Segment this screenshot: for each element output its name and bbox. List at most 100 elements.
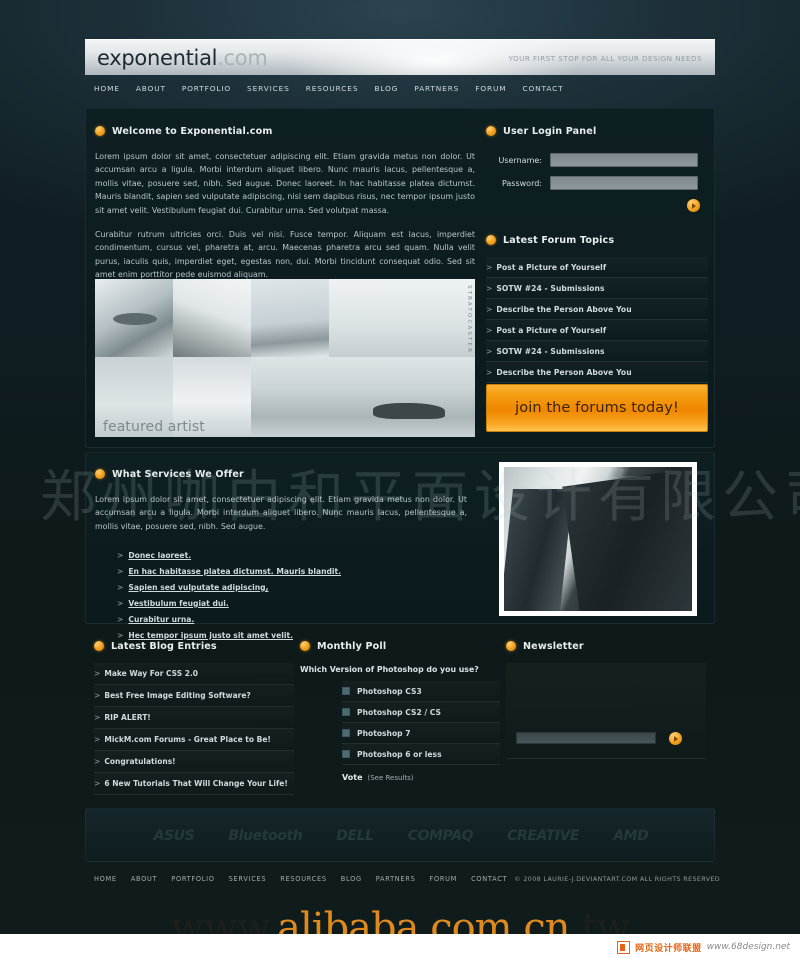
site-footer: HOME ABOUT PORTFOLIO SERVICES RESOURCES …	[85, 868, 720, 890]
chevron-right-icon: >	[94, 713, 101, 722]
footer-nav-resources[interactable]: RESOURCES	[273, 875, 333, 883]
poll-option-label: Photoshop 7	[357, 728, 411, 738]
forum-title: Latest Forum Topics	[503, 234, 615, 246]
bullet-icon	[486, 235, 496, 245]
list-item[interactable]: > Congratulations!	[94, 751, 294, 773]
radio-button-icon[interactable]	[342, 750, 350, 758]
poll-option-row[interactable]: Photoshop CS2 / CS	[342, 702, 500, 723]
poll-option-label: Photoshop CS3	[357, 686, 422, 696]
list-item[interactable]: > Describe the Person Above You	[486, 362, 708, 383]
radio-button-icon[interactable]	[342, 729, 350, 737]
list-item[interactable]: > MickM.com Forums - Great Place to Be!	[94, 729, 294, 751]
site-header: exponential.com YOUR FIRST STOP FOR ALL …	[85, 39, 715, 75]
password-input[interactable]	[550, 176, 698, 190]
footer-nav-contact[interactable]: CONTACT	[464, 875, 514, 883]
blog-section: Latest Blog Entries > Make Way For CSS 2…	[94, 638, 294, 795]
nav-item-about[interactable]: ABOUT	[128, 84, 174, 93]
blog-entry-link[interactable]: Best Free Image Editing Software?	[104, 691, 250, 700]
username-input[interactable]	[550, 153, 698, 167]
nav-item-resources[interactable]: RESOURCES	[298, 84, 367, 93]
forum-topic-link[interactable]: SOTW #24 - Submissions	[496, 347, 604, 356]
services-paragraph: Lorem ipsum dolor sit amet, consectetuer…	[95, 495, 467, 531]
join-forums-button[interactable]: join the forums today!	[486, 384, 708, 432]
arrow-right-icon[interactable]	[669, 732, 682, 745]
services-title: What Services We Offer	[112, 468, 244, 480]
chevron-right-icon: >	[486, 262, 493, 272]
badge-cjk-text: 网页设计师联盟	[635, 943, 702, 954]
service-link[interactable]: En hac habitasse platea dictumst. Mauris…	[128, 567, 341, 576]
forum-topic-link[interactable]: Post a Picture of Yourself	[496, 263, 606, 272]
login-section: User Login Panel Username: Password:	[486, 123, 708, 212]
blog-entry-link[interactable]: Make Way For CSS 2.0	[104, 669, 198, 678]
forum-topic-link[interactable]: Describe the Person Above You	[496, 368, 631, 377]
newsletter-form	[506, 663, 706, 759]
chevron-right-icon: >	[486, 346, 493, 356]
list-item[interactable]: > Donec laoreet.	[117, 547, 467, 563]
chevron-right-icon: >	[117, 550, 124, 560]
list-item[interactable]: > Best Free Image Editing Software?	[94, 685, 294, 707]
vote-button[interactable]: Vote	[342, 773, 363, 782]
service-link[interactable]: Curabitur urna.	[128, 615, 194, 624]
list-item[interactable]: > Post a Picture of Yourself	[486, 257, 708, 278]
bullet-icon	[94, 641, 104, 651]
nav-item-blog[interactable]: BLOG	[366, 84, 406, 93]
arrow-right-icon[interactable]	[687, 199, 700, 212]
list-item[interactable]: > Curabitur urna.	[117, 611, 467, 627]
poll-option-row[interactable]: Photoshop CS3	[342, 681, 500, 702]
list-item[interactable]: > 6 New Tutorials That Will Change Your …	[94, 773, 294, 795]
list-item[interactable]: > Vestibulum feugiat dui.	[117, 595, 467, 611]
newsletter-email-input[interactable]	[516, 732, 656, 744]
service-link[interactable]: Donec laoreet.	[128, 551, 191, 560]
login-submit-row	[486, 199, 708, 212]
nav-item-services[interactable]: SERVICES	[239, 84, 298, 93]
list-item[interactable]: > Make Way For CSS 2.0	[94, 663, 294, 685]
footer-nav-services[interactable]: SERVICES	[222, 875, 274, 883]
footer-nav-home[interactable]: HOME	[85, 875, 124, 883]
bottom-columns-panel: Latest Blog Entries > Make Way For CSS 2…	[85, 632, 715, 804]
list-item[interactable]: > Describe the Person Above You	[486, 299, 708, 320]
footer-nav-forum[interactable]: FORUM	[422, 875, 464, 883]
newsletter-section: Newsletter	[506, 638, 706, 759]
chevron-right-icon: >	[486, 325, 493, 335]
nav-item-forum[interactable]: FORUM	[467, 84, 514, 93]
featured-artist-collage[interactable]: featured artist STRATOCASTER	[95, 279, 475, 437]
username-row: Username:	[486, 153, 708, 167]
blog-entry-link[interactable]: 6 New Tutorials That Will Change Your Li…	[104, 779, 287, 788]
service-link[interactable]: Sapien sed vulputate adipiscing,	[128, 583, 268, 592]
list-item[interactable]: > Post a Picture of Yourself	[486, 320, 708, 341]
amd-logo: AMD	[613, 828, 649, 844]
forum-topic-link[interactable]: SOTW #24 - Submissions	[496, 284, 604, 293]
blog-entry-link[interactable]: MickM.com Forums - Great Place to Be!	[104, 735, 270, 744]
main-content-panel: Welcome to Exponential.com Lorem ipsum d…	[85, 108, 715, 448]
footer-nav-portfolio[interactable]: PORTFOLIO	[164, 875, 221, 883]
poll-option-list: Photoshop CS3 Photoshop CS2 / CS Photosh…	[300, 681, 500, 765]
radio-button-icon[interactable]	[342, 687, 350, 695]
nav-item-home[interactable]: HOME	[85, 84, 128, 93]
forum-topic-link[interactable]: Post a Picture of Yourself	[496, 326, 606, 335]
poll-option-row[interactable]: Photoshop 6 or less	[342, 744, 500, 765]
forum-topic-link[interactable]: Describe the Person Above You	[496, 305, 631, 314]
chevron-right-icon: >	[117, 582, 124, 592]
site-logo[interactable]: exponential.com	[97, 46, 268, 70]
list-item[interactable]: > RIP ALERT!	[94, 707, 294, 729]
list-item[interactable]: > SOTW #24 - Submissions	[486, 278, 708, 299]
footer-nav-about[interactable]: ABOUT	[124, 875, 164, 883]
footer-nav-partners[interactable]: PARTNERS	[369, 875, 423, 883]
see-results-link[interactable]: (See Results)	[368, 774, 414, 782]
list-item[interactable]: > Sapien sed vulputate adipiscing,	[117, 579, 467, 595]
chevron-right-icon: >	[117, 614, 124, 624]
blog-entry-link[interactable]: RIP ALERT!	[104, 713, 150, 722]
nav-item-portfolio[interactable]: PORTFOLIO	[174, 84, 239, 93]
footer-nav-blog[interactable]: BLOG	[334, 875, 369, 883]
compaq-logo: COMPAQ	[407, 828, 474, 844]
forum-heading: Latest Forum Topics	[486, 232, 708, 248]
list-item[interactable]: > En hac habitasse platea dictumst. Maur…	[117, 563, 467, 579]
bottom-white-strip: 网页设计师联盟 www.68design.net	[0, 934, 800, 960]
list-item[interactable]: > SOTW #24 - Submissions	[486, 341, 708, 362]
service-link[interactable]: Vestibulum feugiat dui.	[128, 599, 228, 608]
radio-button-icon[interactable]	[342, 708, 350, 716]
poll-option-row[interactable]: Photoshop 7	[342, 723, 500, 744]
nav-item-contact[interactable]: CONTACT	[514, 84, 571, 93]
nav-item-partners[interactable]: PARTNERS	[406, 84, 467, 93]
blog-entry-link[interactable]: Congratulations!	[104, 757, 175, 766]
